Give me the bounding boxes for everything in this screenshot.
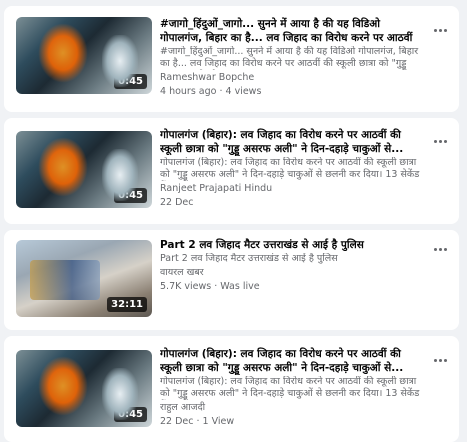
- video-title[interactable]: #जागो_हिंदुओं_जागो... सुनने में आया है क…: [160, 17, 425, 45]
- video-author[interactable]: Rameshwar Bopche: [160, 72, 425, 84]
- video-meta: 4 hours ago · 4 views: [160, 86, 262, 97]
- more-options-icon[interactable]: [429, 23, 451, 37]
- video-description: Part 2 लव जिहाद मैटर उत्तराखंड से आई है …: [160, 253, 338, 264]
- video-title[interactable]: Part 2 लव जिहाद मैटर उत्तराखंड से आई है …: [160, 238, 425, 252]
- video-description: गोपालगंज (बिहार): लव जिहाद का विरोध करने…: [160, 376, 420, 399]
- video-duration-badge: 0:45: [114, 407, 147, 422]
- more-options-icon[interactable]: [429, 353, 451, 367]
- video-description: #जागो_हिंदुओं_जागो... सुनने में आया है क…: [160, 46, 419, 69]
- video-thumbnail[interactable]: 0:45: [16, 350, 152, 427]
- video-thumbnail[interactable]: 0:45: [16, 131, 152, 208]
- more-options-icon[interactable]: [429, 242, 451, 256]
- video-result-card[interactable]: 0:45 गोपालगंज (बिहार): लव जिहाद का विरोध…: [4, 118, 459, 224]
- video-result-card[interactable]: 0:45 #जागो_हिंदुओं_जागो... सुनने में आया…: [4, 6, 459, 112]
- video-result-card[interactable]: 0:45 गोपालगंज (बिहार): लव जिहाद का विरोध…: [4, 336, 459, 442]
- video-result-card[interactable]: 32:11 Part 2 लव जिहाद मैटर उत्तराखंड से …: [4, 230, 459, 330]
- video-thumbnail[interactable]: 0:45: [16, 17, 152, 94]
- video-duration-badge: 0:45: [114, 74, 147, 89]
- more-options-icon[interactable]: [429, 134, 451, 148]
- video-meta: 22 Dec · 1 View: [160, 416, 235, 427]
- video-title[interactable]: गोपालगंज (बिहार): लव जिहाद का विरोध करने…: [160, 347, 425, 375]
- video-author[interactable]: Ranjeet Prajapati Hindu: [160, 183, 425, 195]
- video-author[interactable]: राहुल आजदी: [160, 402, 425, 414]
- video-description: गोपालगंज (बिहार): लव जिहाद का विरोध करने…: [160, 157, 420, 180]
- video-meta: 5.7K views · Was live: [160, 281, 260, 292]
- video-meta: 22 Dec: [160, 197, 194, 208]
- video-thumbnail[interactable]: 32:11: [16, 240, 152, 317]
- video-duration-badge: 0:45: [114, 188, 147, 203]
- video-duration-badge: 32:11: [107, 297, 147, 312]
- video-title[interactable]: गोपालगंज (बिहार): लव जिहाद का विरोध करने…: [160, 128, 425, 156]
- video-author[interactable]: वायरल खबर: [160, 267, 425, 279]
